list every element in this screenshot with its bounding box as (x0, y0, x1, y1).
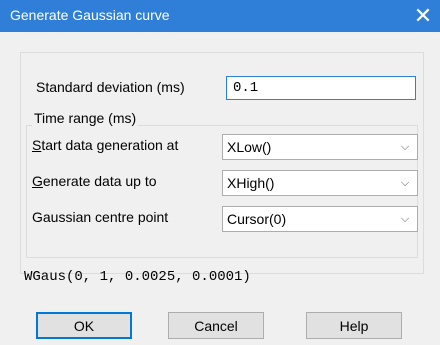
title-bar: Generate Gaussian curve ✕ (0, 0, 440, 32)
formula-text: WGaus(0, 1, 0.0025, 0.0001) (24, 269, 251, 285)
ok-button[interactable]: OK (36, 312, 132, 339)
start-label-text: tart data generation at (41, 137, 179, 153)
dialog-body: Standard deviation (ms) 0.1 Time range (… (0, 32, 440, 345)
centre-select-value: Cursor(0) (227, 211, 287, 227)
std-dev-label: Standard deviation (ms) (36, 79, 185, 95)
chevron-down-icon[interactable]: ⌵ (397, 171, 413, 195)
help-button[interactable]: Help (306, 312, 402, 339)
start-select-value: XLow() (227, 139, 272, 155)
centre-select[interactable]: Cursor(0) ⌵ (222, 206, 418, 232)
upto-label: Generate data up to (32, 173, 157, 189)
std-dev-input[interactable]: 0.1 (226, 76, 416, 100)
upto-label-text: enerate data up to (42, 173, 157, 189)
upto-select[interactable]: XHigh() ⌵ (222, 170, 418, 196)
close-icon[interactable]: ✕ (406, 0, 440, 32)
window-title: Generate Gaussian curve (10, 7, 170, 23)
upto-select-value: XHigh() (227, 175, 275, 191)
chevron-down-icon[interactable]: ⌵ (397, 207, 413, 231)
chevron-down-icon[interactable]: ⌵ (397, 135, 413, 159)
start-label: Start data generation at (32, 137, 178, 153)
upto-label-mnemonic: G (32, 173, 43, 189)
centre-label: Gaussian centre point (32, 209, 169, 225)
start-select[interactable]: XLow() ⌵ (222, 134, 418, 160)
start-label-mnemonic: S (32, 137, 42, 153)
cancel-button[interactable]: Cancel (168, 312, 264, 339)
time-range-caption: Time range (ms) (32, 110, 139, 126)
